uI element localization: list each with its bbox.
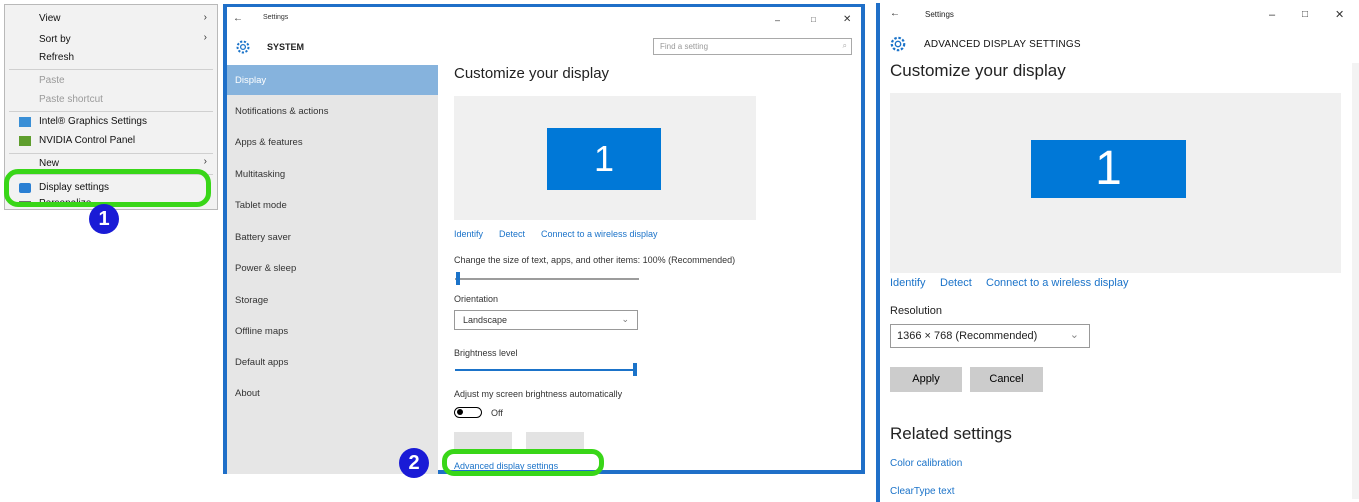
search-input[interactable]: Find a setting ⌕ — [653, 38, 852, 55]
menu-divider — [9, 69, 213, 70]
chevron-down-icon: ⌄ — [1069, 329, 1079, 341]
back-arrow-icon[interactable]: ← — [890, 8, 900, 19]
orientation-dropdown[interactable]: Landscape ⌄ — [454, 310, 638, 330]
chevron-right-icon: › — [203, 32, 207, 43]
search-placeholder: Find a setting — [660, 42, 709, 51]
color-calibration-link[interactable]: Color calibration — [890, 458, 962, 469]
menu-item-label: Paste — [39, 75, 65, 86]
close-button[interactable]: ✕ — [1335, 8, 1344, 21]
page-title: Customize your display — [454, 65, 610, 82]
window-title: Settings — [925, 10, 954, 19]
sidebar-item-about[interactable]: About — [235, 388, 260, 399]
search-icon: ⌕ — [842, 41, 847, 50]
nvidia-icon — [19, 136, 31, 146]
sidebar-item-storage[interactable]: Storage — [235, 295, 268, 306]
menu-item-new[interactable]: New — [39, 158, 59, 169]
identify-link[interactable]: Identify — [454, 229, 483, 239]
page-header: SYSTEM — [267, 42, 305, 52]
menu-item-refresh[interactable]: Refresh — [39, 52, 74, 63]
menu-item-label: Refresh — [39, 52, 75, 63]
resolution-label: Resolution — [890, 305, 942, 317]
highlight-display-settings — [4, 169, 211, 207]
menu-item-label: Sort by — [39, 34, 71, 45]
brightness-label: Brightness level — [454, 348, 518, 358]
page-title: Customize your display — [890, 61, 1066, 80]
menu-item-paste-shortcut[interactable]: Paste shortcut — [39, 94, 103, 105]
scale-label: Change the size of text, apps, and other… — [454, 255, 736, 265]
identify-link[interactable]: Identify — [890, 277, 925, 289]
settings-window: ← Settings – □ ✕ SYSTEM Find a setting ⌕… — [223, 4, 865, 474]
menu-item-label: Paste shortcut — [39, 94, 103, 105]
orientation-value: Landscape — [463, 315, 508, 325]
window-title: Settings — [263, 14, 289, 21]
menu-item-view[interactable]: View — [39, 13, 61, 24]
menu-divider — [9, 153, 213, 154]
sidebar-item-multitasking[interactable]: Multitasking — [235, 169, 285, 180]
cancel-button[interactable]: Cancel — [970, 367, 1043, 392]
close-button[interactable]: ✕ — [843, 14, 851, 25]
apply-button[interactable]: Apply — [890, 367, 962, 392]
page-header: ADVANCED DISPLAY SETTINGS — [924, 39, 1081, 50]
chevron-right-icon: › — [203, 156, 207, 167]
resolution-dropdown[interactable]: 1366 × 768 (Recommended) ⌄ — [890, 324, 1090, 348]
related-settings-title: Related settings — [890, 424, 1012, 443]
scale-slider-track[interactable] — [455, 278, 639, 280]
sidebar-item-display[interactable]: Display — [235, 75, 266, 86]
back-arrow-icon[interactable]: ← — [233, 13, 243, 24]
maximize-button[interactable]: □ — [1302, 9, 1308, 20]
sidebar-item-battery-saver[interactable]: Battery saver — [235, 232, 291, 243]
menu-item-label: View — [39, 13, 61, 24]
gear-icon — [890, 36, 906, 52]
step-badge-1: 1 — [89, 204, 119, 234]
toggle-knob — [457, 409, 463, 415]
highlight-advanced-link — [442, 449, 604, 476]
sidebar-item-default-apps[interactable]: Default apps — [235, 357, 288, 368]
display-preview: 1 — [890, 93, 1341, 273]
sidebar-item-apps[interactable]: Apps & features — [235, 137, 303, 148]
detect-link[interactable]: Detect — [940, 277, 972, 289]
chevron-down-icon: ⌄ — [621, 314, 629, 324]
minimize-button[interactable]: – — [1269, 9, 1275, 21]
auto-brightness-label: Adjust my screen brightness automaticall… — [454, 389, 623, 399]
menu-item-sort-by[interactable]: Sort by — [39, 34, 71, 45]
monitor-1-tile[interactable]: 1 — [1031, 140, 1186, 198]
wireless-display-link[interactable]: Connect to a wireless display — [986, 277, 1128, 289]
orientation-label: Orientation — [454, 294, 499, 304]
detect-link[interactable]: Detect — [499, 229, 525, 239]
menu-item-paste[interactable]: Paste — [39, 75, 65, 86]
menu-item-label: New — [39, 158, 60, 169]
scrollbar[interactable] — [1352, 63, 1359, 499]
brightness-slider-thumb[interactable] — [633, 363, 637, 376]
sidebar-item-offline-maps[interactable]: Offline maps — [235, 326, 288, 337]
sidebar-item-notifications[interactable]: Notifications & actions — [235, 106, 328, 117]
advanced-display-settings-window: ← Settings – □ ✕ ADVANCED DISPLAY SETTIN… — [876, 3, 1359, 502]
menu-item-intel-graphics[interactable]: Intel® Graphics Settings — [39, 116, 147, 127]
step-badge-2: 2 — [399, 448, 429, 478]
gear-icon — [236, 40, 250, 54]
intel-graphics-icon — [19, 117, 31, 127]
sidebar-item-power-sleep[interactable]: Power & sleep — [235, 263, 296, 274]
resolution-value: 1366 × 768 (Recommended) — [897, 330, 1038, 342]
cleartype-text-link[interactable]: ClearType text — [890, 486, 954, 497]
monitor-1-tile[interactable]: 1 — [547, 128, 661, 190]
brightness-slider-track[interactable] — [455, 369, 637, 371]
display-preview: 1 — [454, 96, 756, 220]
menu-divider — [9, 111, 213, 112]
toggle-state-label: Off — [491, 408, 503, 418]
menu-item-nvidia[interactable]: NVIDIA Control Panel — [39, 135, 135, 146]
scale-slider-thumb[interactable] — [456, 272, 460, 285]
sidebar: Display Notifications & actions Apps & f… — [227, 65, 438, 474]
menu-item-label: NVIDIA Control Panel — [39, 135, 136, 146]
minimize-button[interactable]: – — [775, 15, 780, 25]
chevron-right-icon: › — [203, 12, 207, 23]
sidebar-item-tablet-mode[interactable]: Tablet mode — [235, 200, 287, 211]
wireless-display-link[interactable]: Connect to a wireless display — [541, 229, 658, 239]
menu-item-label: Intel® Graphics Settings — [39, 116, 147, 127]
auto-brightness-toggle[interactable] — [454, 407, 482, 418]
maximize-button[interactable]: □ — [811, 15, 816, 24]
